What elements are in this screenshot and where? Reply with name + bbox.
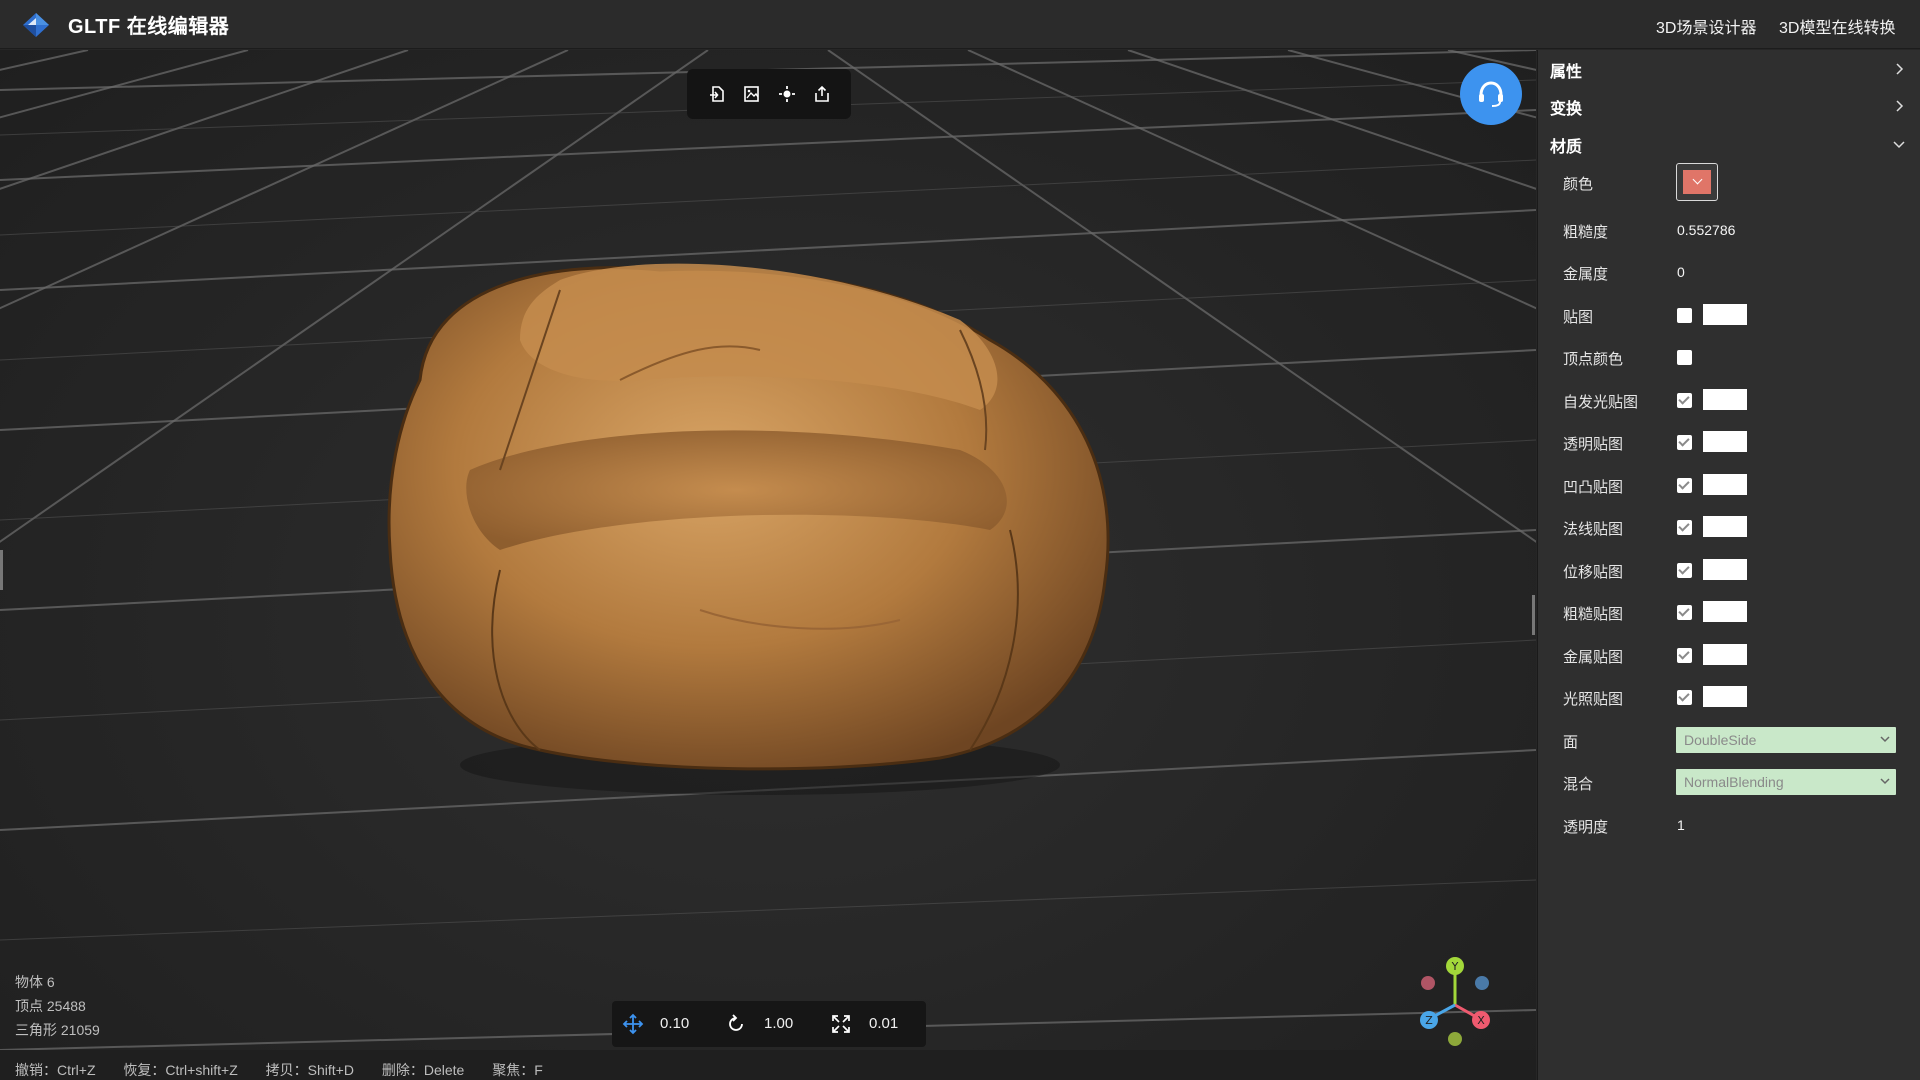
roughness-map-slot[interactable] xyxy=(1703,601,1747,622)
section-material-title: 材质 xyxy=(1550,139,1583,156)
customer-support-button[interactable] xyxy=(1460,63,1522,125)
metalness-map-checkbox[interactable] xyxy=(1677,648,1692,663)
color-label: 颜色 xyxy=(1563,176,1594,193)
roughness-label: 粗糙度 xyxy=(1563,224,1609,241)
normal-map-slot[interactable] xyxy=(1703,516,1747,537)
chevron-down-icon xyxy=(1880,778,1890,785)
blending-select-value: NormalBlending xyxy=(1684,774,1784,790)
displacement-map-slot[interactable] xyxy=(1703,559,1747,580)
transform-snap-bar: 0.10 1.00 0.01 xyxy=(612,1001,926,1047)
section-transform-title: 变换 xyxy=(1550,101,1583,118)
app-header: GLTF 在线编辑器 3D场景设计器 3D模型在线转换 xyxy=(0,0,1920,49)
emissive-map-label: 自发光贴图 xyxy=(1563,394,1639,411)
map-label: 贴图 xyxy=(1563,309,1594,326)
light-map-slot[interactable] xyxy=(1703,686,1747,707)
emissive-map-slot[interactable] xyxy=(1703,389,1747,410)
gizmo-z-label: Z xyxy=(1425,1014,1433,1027)
bump-map-checkbox[interactable] xyxy=(1677,478,1692,493)
scale-icon[interactable] xyxy=(830,1013,852,1035)
left-splitter-handle[interactable] xyxy=(0,550,3,590)
displacement-map-label: 位移贴图 xyxy=(1563,564,1624,581)
import-image-icon[interactable] xyxy=(739,81,765,107)
bump-map-slot[interactable] xyxy=(1703,474,1747,495)
properties-panel: 属性 变换 材质 颜色 粗糙度 0.552786 金属度 0 贴图 顶点颜色 自… xyxy=(1537,50,1920,1080)
triangle-count: 三角形 21059 xyxy=(15,1022,100,1038)
alpha-map-slot[interactable] xyxy=(1703,431,1747,452)
right-splitter-handle[interactable] xyxy=(1532,595,1535,635)
scene-canvas[interactable] xyxy=(0,50,1536,1050)
vertex-count: 顶点 25488 xyxy=(15,998,86,1014)
shortcut-redo: 恢复：Ctrl+shift+Z xyxy=(123,1062,238,1078)
import-icon[interactable] xyxy=(704,81,730,107)
side-select-value: DoubleSide xyxy=(1684,732,1757,748)
logo-icon xyxy=(23,13,49,37)
viewport-toolbar xyxy=(687,69,851,119)
shortcut-delete: 删除：Delete xyxy=(381,1062,465,1078)
scene-stats: 物体 6 顶点 25488 三角形 21059 xyxy=(15,970,100,1042)
chevron-right-icon xyxy=(1896,100,1904,112)
export-icon[interactable] xyxy=(809,81,835,107)
section-properties[interactable]: 属性 xyxy=(1550,58,1910,88)
rotate-snap-value[interactable]: 1.00 xyxy=(764,1015,793,1032)
opacity-label: 透明度 xyxy=(1563,819,1609,836)
roughness-map-checkbox[interactable] xyxy=(1677,605,1692,620)
move-icon[interactable] xyxy=(622,1013,644,1035)
metalness-map-slot[interactable] xyxy=(1703,644,1747,665)
emissive-map-checkbox[interactable] xyxy=(1677,393,1692,408)
normal-map-checkbox[interactable] xyxy=(1677,520,1692,535)
gizmo-x-label: X xyxy=(1477,1014,1485,1027)
map-texture-slot[interactable] xyxy=(1703,304,1747,325)
vertex-color-checkbox[interactable] xyxy=(1677,350,1692,365)
chevron-right-icon xyxy=(1896,63,1904,75)
nav-scene-designer-link[interactable]: 3D场景设计器 xyxy=(1656,14,1756,38)
blending-select[interactable]: NormalBlending xyxy=(1676,769,1896,795)
vertex-color-label: 顶点颜色 xyxy=(1563,351,1624,368)
shortcut-focus: 聚焦：F xyxy=(492,1062,543,1078)
shortcut-hints: 撤销：Ctrl+Z 恢复：Ctrl+shift+Z 拷贝：Shift+D 删除：… xyxy=(0,1050,1536,1080)
shortcut-copy: 拷贝：Shift+D xyxy=(265,1062,354,1078)
light-map-checkbox[interactable] xyxy=(1677,690,1692,705)
roughness-map-label: 粗糙贴图 xyxy=(1563,606,1624,623)
section-properties-title: 属性 xyxy=(1550,64,1583,81)
side-label: 面 xyxy=(1563,734,1579,751)
section-material[interactable]: 材质 xyxy=(1550,133,1910,163)
rotate-icon[interactable] xyxy=(725,1013,747,1035)
3d-viewport[interactable]: 物体 6 顶点 25488 三角形 21059 0.10 1.00 0.01 Y… xyxy=(0,50,1536,1080)
blending-label: 混合 xyxy=(1563,776,1594,793)
beanbag-model[interactable] xyxy=(387,263,1110,795)
axis-gizmo[interactable]: Y X Z xyxy=(1405,953,1505,1053)
side-select[interactable]: DoubleSide xyxy=(1676,727,1896,753)
color-picker[interactable] xyxy=(1676,163,1718,201)
light-icon[interactable] xyxy=(774,81,800,107)
headset-icon xyxy=(1479,81,1503,107)
normal-map-label: 法线贴图 xyxy=(1563,521,1624,538)
app-title: GLTF 在线编辑器 xyxy=(68,16,230,38)
scale-snap-value[interactable]: 0.01 xyxy=(869,1015,898,1032)
chevron-down-icon xyxy=(1893,141,1905,149)
light-map-label: 光照贴图 xyxy=(1563,691,1624,708)
section-transform[interactable]: 变换 xyxy=(1550,95,1910,125)
nav-model-converter-link[interactable]: 3D模型在线转换 xyxy=(1779,14,1895,38)
displacement-map-checkbox[interactable] xyxy=(1677,563,1692,578)
map-checkbox[interactable] xyxy=(1677,308,1692,323)
metalness-label: 金属度 xyxy=(1563,266,1609,283)
bump-map-label: 凹凸贴图 xyxy=(1563,479,1624,496)
shortcut-undo: 撤销：Ctrl+Z xyxy=(15,1062,96,1078)
color-swatch-fill xyxy=(1683,170,1711,194)
alpha-map-checkbox[interactable] xyxy=(1677,435,1692,450)
opacity-value[interactable]: 1 xyxy=(1677,817,1685,833)
chevron-down-icon xyxy=(1880,736,1890,743)
translate-snap-value[interactable]: 0.10 xyxy=(660,1015,689,1032)
gizmo-y-label: Y xyxy=(1451,960,1459,973)
object-count: 物体 6 xyxy=(15,974,55,990)
metalness-value[interactable]: 0 xyxy=(1677,264,1685,280)
roughness-value[interactable]: 0.552786 xyxy=(1677,222,1735,238)
metalness-map-label: 金属贴图 xyxy=(1563,649,1624,666)
alpha-map-label: 透明贴图 xyxy=(1563,436,1624,453)
